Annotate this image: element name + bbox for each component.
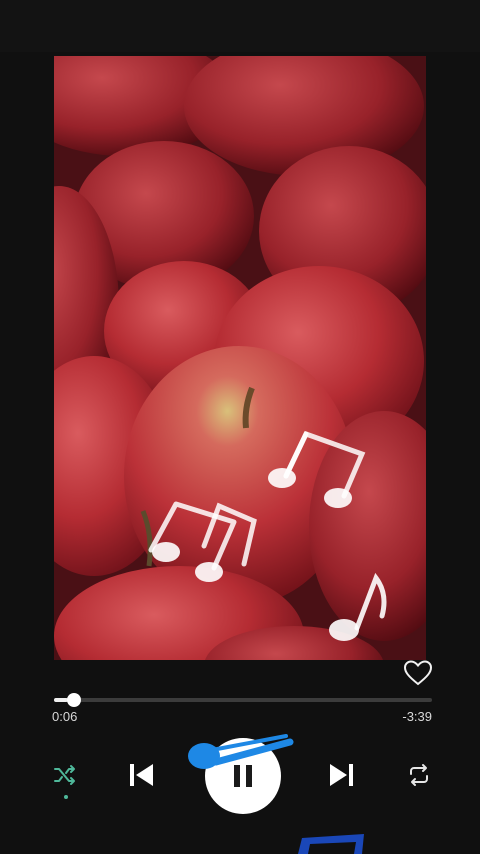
seek-bar-thumb[interactable] (66, 693, 81, 707)
repeat-button[interactable] (404, 760, 434, 790)
album-artwork (54, 56, 426, 660)
next-button[interactable] (323, 756, 361, 794)
music-note-overlay-icon (298, 834, 364, 854)
music-note-overlay-icon (188, 734, 294, 769)
seek-bar[interactable] (54, 693, 432, 707)
repeat-icon (410, 764, 428, 786)
shuffle-active-indicator (64, 795, 68, 799)
top-bar (0, 0, 480, 52)
elapsed-time: 0:06 (52, 709, 78, 724)
like-button[interactable] (403, 659, 433, 687)
skip-next-icon (330, 764, 353, 786)
skip-previous-icon (130, 764, 153, 786)
seek-bar-progress (54, 698, 68, 702)
shuffle-button[interactable] (50, 760, 80, 790)
shuffle-icon (54, 765, 75, 785)
heart-outline-icon (403, 660, 433, 686)
previous-button[interactable] (122, 756, 160, 794)
remaining-time: -3:39 (402, 709, 432, 724)
